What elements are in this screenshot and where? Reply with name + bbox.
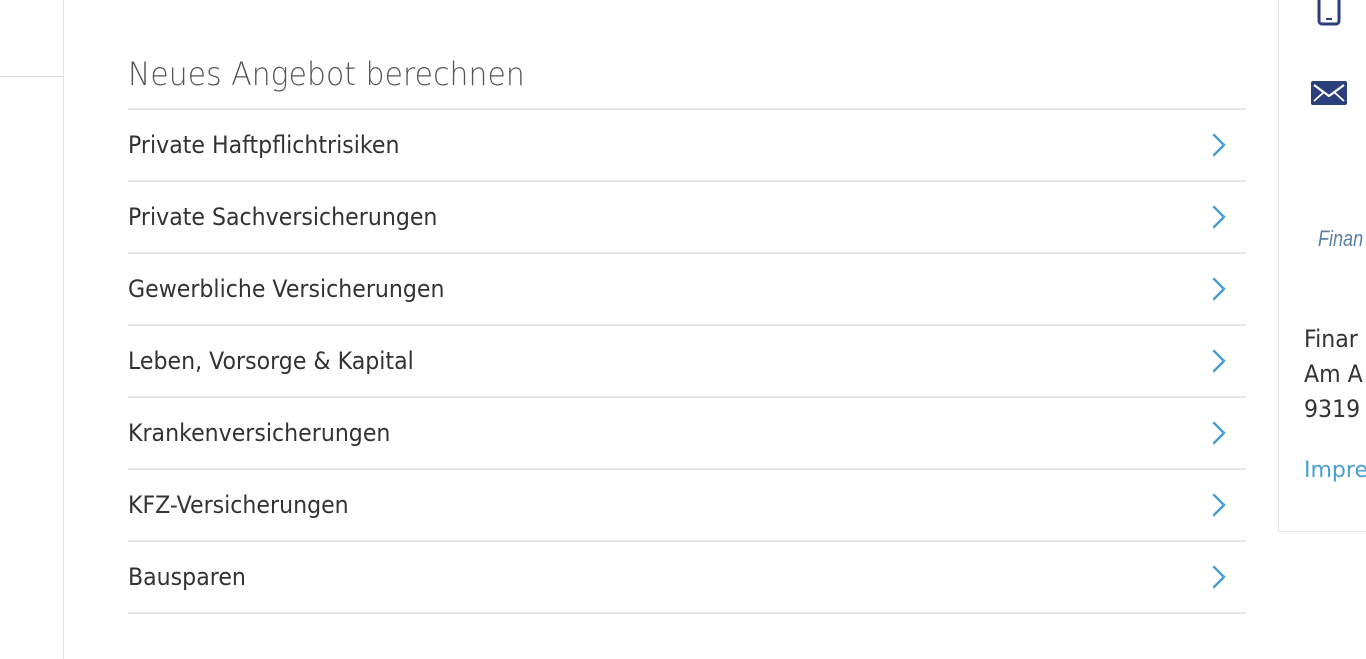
imprint-link[interactable]: Impre — [1304, 458, 1366, 483]
chevron-right-icon — [1206, 492, 1232, 518]
offer-panel: Neues Angebot berechnen Private Haftpfli… — [63, 0, 1278, 659]
chevron-right-icon — [1206, 348, 1232, 374]
left-column — [0, 0, 63, 643]
address-line: Finar — [1304, 325, 1358, 353]
menu-item-private-haftpflicht[interactable]: Private Haftpflichtrisiken — [128, 110, 1246, 182]
address-line: Am A — [1304, 360, 1363, 388]
brand-logo-text: Finan — [1318, 226, 1364, 251]
menu-item-gewerblich[interactable]: Gewerbliche Versicherungen — [128, 254, 1246, 326]
insurance-category-menu: Private Haftpflichtrisiken Private Sachv… — [128, 108, 1246, 614]
chevron-right-icon — [1206, 204, 1232, 230]
left-divider — [0, 76, 63, 77]
chevron-right-icon — [1206, 564, 1232, 590]
menu-item-label: Krankenversicherungen — [128, 419, 391, 447]
menu-item-leben-vorsorge[interactable]: Leben, Vorsorge & Kapital — [128, 326, 1246, 398]
section-title: Neues Angebot berechnen — [128, 55, 525, 93]
chevron-right-icon — [1206, 132, 1232, 158]
menu-item-label: Private Haftpflichtrisiken — [128, 131, 400, 159]
menu-item-kranken[interactable]: Krankenversicherungen — [128, 398, 1246, 470]
menu-item-bausparen[interactable]: Bausparen — [128, 542, 1246, 614]
chevron-right-icon — [1206, 276, 1232, 302]
phone-icon[interactable] — [1316, 0, 1342, 26]
menu-item-label: Bausparen — [128, 563, 246, 591]
address-line: 9319 — [1304, 395, 1361, 423]
menu-item-label: Leben, Vorsorge & Kapital — [128, 347, 414, 375]
mail-icon[interactable] — [1310, 80, 1348, 106]
menu-item-label: Private Sachversicherungen — [128, 203, 438, 231]
menu-item-label: Gewerbliche Versicherungen — [128, 275, 445, 303]
menu-item-label: KFZ-Versicherungen — [128, 491, 349, 519]
company-address: Finar Am A 9319 — [1304, 322, 1366, 427]
menu-item-kfz[interactable]: KFZ-Versicherungen — [128, 470, 1246, 542]
menu-item-private-sach[interactable]: Private Sachversicherungen — [128, 182, 1246, 254]
chevron-right-icon — [1206, 420, 1232, 446]
